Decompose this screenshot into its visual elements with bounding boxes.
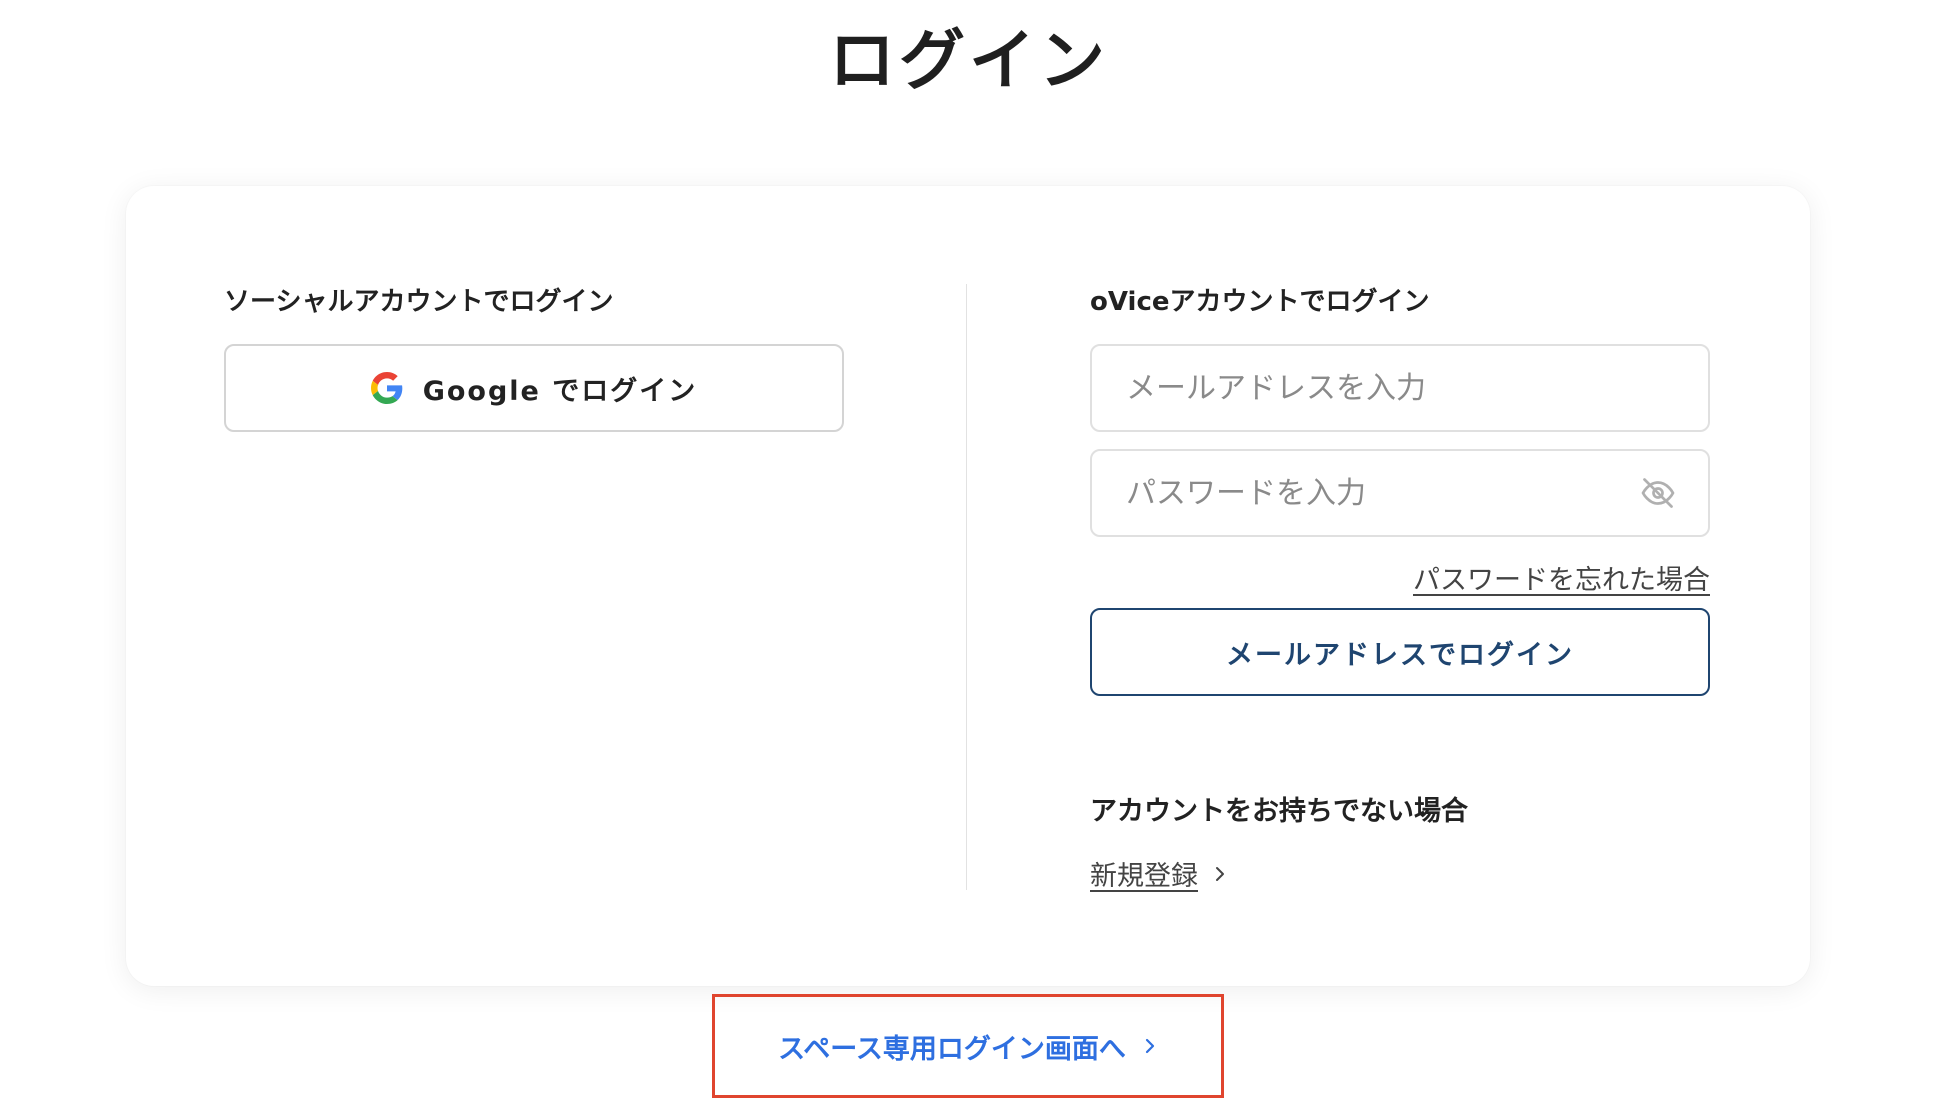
forgot-password-link[interactable]: パスワードを忘れた場合	[1413, 558, 1710, 597]
signup-link-label: 新規登録	[1090, 861, 1198, 892]
google-login-label: Google でログイン	[422, 375, 698, 407]
eye-off-icon[interactable]	[1640, 475, 1676, 511]
signup-link[interactable]: 新規登録	[1090, 854, 1228, 893]
no-account-heading: アカウントをお持ちでない場合	[1090, 796, 1468, 827]
google-login-button[interactable]: Google でログイン	[224, 344, 844, 432]
social-login-heading: ソーシャルアカウントでログイン	[224, 287, 614, 317]
ovice-login-heading: oViceアカウントでログイン	[1090, 287, 1430, 317]
chevron-right-icon	[1216, 866, 1224, 881]
password-input[interactable]	[1090, 449, 1710, 537]
google-g-icon	[370, 372, 403, 404]
chevron-right-icon	[1145, 1038, 1154, 1054]
email-input[interactable]	[1090, 344, 1710, 432]
space-login-link[interactable]: スペース専用ログイン画面へ	[712, 994, 1224, 1098]
space-login-link-label: スペース専用ログイン画面へ	[778, 1033, 1126, 1065]
email-login-button[interactable]: メールアドレスでログイン	[1090, 608, 1710, 696]
page-title: ログイン	[829, 22, 1109, 99]
password-field-wrapper	[1090, 449, 1710, 537]
column-divider	[966, 284, 967, 890]
